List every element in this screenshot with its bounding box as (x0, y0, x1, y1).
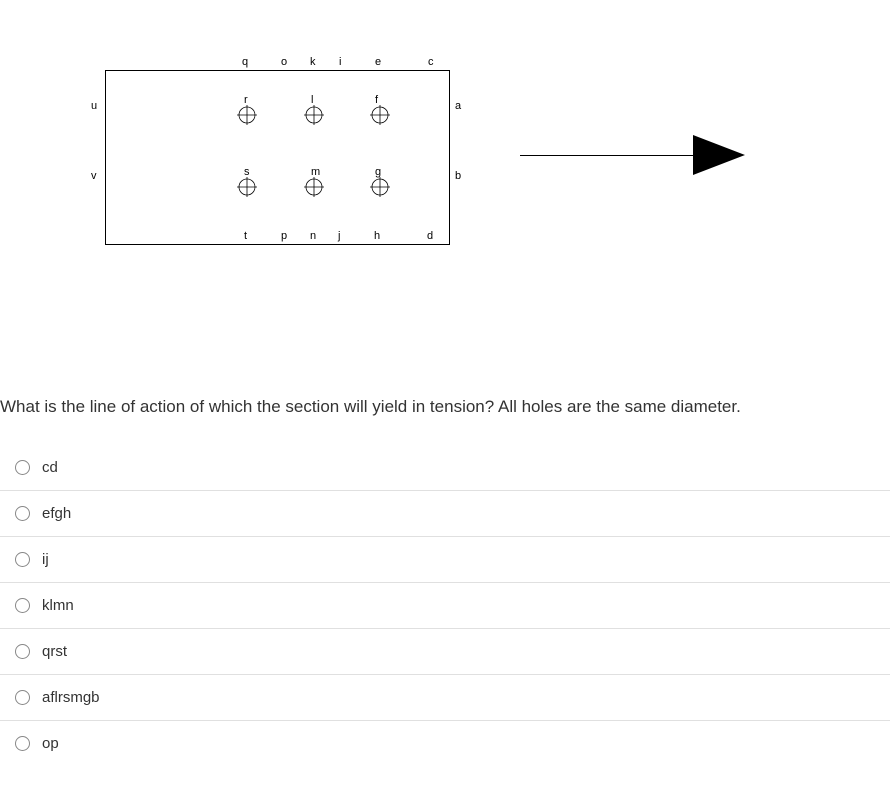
right-label-a: a (455, 100, 461, 112)
bottom-label-h: h (374, 230, 380, 242)
bottom-label-p: p (281, 230, 287, 242)
top-label-i: i (339, 56, 341, 68)
option-row[interactable]: op (0, 721, 890, 766)
force-arrow-head (693, 135, 745, 175)
option-row[interactable]: efgh (0, 491, 890, 537)
hole-icon (237, 177, 257, 197)
left-label-u: u (91, 100, 97, 112)
radio-icon[interactable] (15, 506, 30, 521)
top-label-o: o (281, 56, 287, 68)
hole-icon (304, 177, 324, 197)
radio-icon[interactable] (15, 644, 30, 659)
option-row[interactable]: ij (0, 537, 890, 583)
top-label-e: e (375, 56, 381, 68)
plate-rectangle (105, 70, 450, 245)
option-label: ij (42, 551, 49, 568)
option-row[interactable]: qrst (0, 629, 890, 675)
hole-icon (304, 105, 324, 125)
radio-icon[interactable] (15, 552, 30, 567)
option-label: qrst (42, 643, 67, 660)
radio-icon[interactable] (15, 460, 30, 475)
bottom-label-j: j (338, 230, 340, 242)
question-text: What is the line of action of which the … (0, 395, 890, 419)
option-row[interactable]: klmn (0, 583, 890, 629)
option-label: aflrsmgb (42, 689, 100, 706)
option-row[interactable]: aflrsmgb (0, 675, 890, 721)
option-label: op (42, 735, 59, 752)
radio-icon[interactable] (15, 690, 30, 705)
top-label-q: q (242, 56, 248, 68)
top-label-c: c (428, 56, 434, 68)
right-label-b: b (455, 170, 461, 182)
radio-icon[interactable] (15, 736, 30, 751)
bottom-label-t: t (244, 230, 247, 242)
top-label-k: k (310, 56, 316, 68)
option-label: cd (42, 459, 58, 476)
options-list: cd efgh ij klmn qrst aflrsmgb op (0, 445, 890, 766)
hole-icon (237, 105, 257, 125)
bottom-label-n: n (310, 230, 316, 242)
option-label: efgh (42, 505, 71, 522)
bottom-label-d: d (427, 230, 433, 242)
force-arrow-line (520, 155, 700, 156)
radio-icon[interactable] (15, 598, 30, 613)
option-row[interactable]: cd (0, 445, 890, 491)
diagram-area: qokiectpnjhduvabrlfsmg (0, 0, 890, 260)
hole-icon (370, 105, 390, 125)
left-label-v: v (91, 170, 97, 182)
option-label: klmn (42, 597, 74, 614)
hole-icon (370, 177, 390, 197)
